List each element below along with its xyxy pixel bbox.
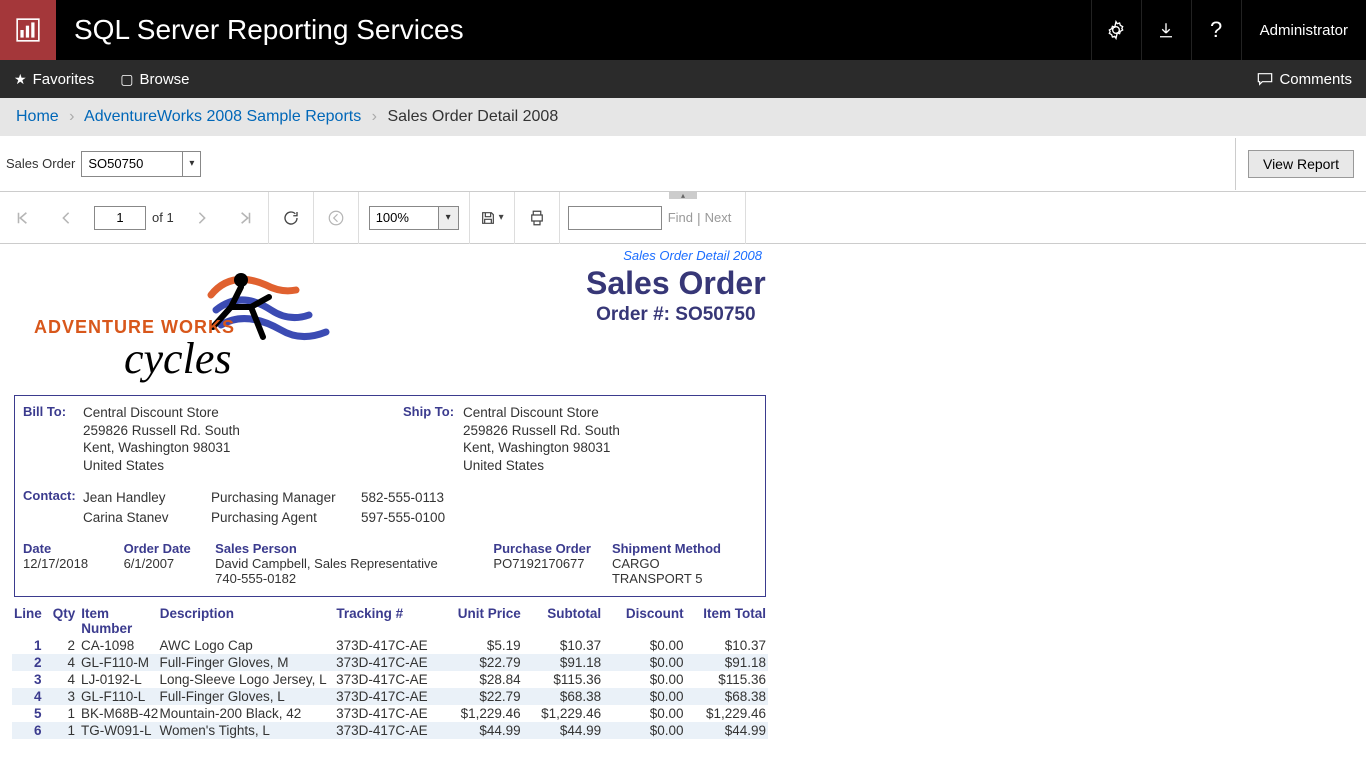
- help-button[interactable]: ?: [1191, 0, 1241, 60]
- breadcrumb-folder[interactable]: AdventureWorks 2008 Sample Reports: [84, 108, 361, 125]
- chevron-down-icon[interactable]: ▾: [438, 207, 458, 229]
- table-row: 43GL-F110-LFull-Finger Gloves, L373D-417…: [12, 688, 768, 705]
- app-logo[interactable]: [0, 0, 56, 60]
- company-logo: ADVENTURE WORKS cycles: [16, 265, 366, 385]
- sales-order-input[interactable]: [82, 154, 182, 173]
- browse-tab[interactable]: ▢ Browse: [120, 71, 189, 88]
- browse-label: Browse: [139, 71, 189, 88]
- contacts-table: Jean Handley Purchasing Manager 582-555-…: [83, 488, 481, 527]
- line-items-table: Line Qty Item Number Description Trackin…: [12, 605, 768, 739]
- last-page-button[interactable]: [224, 192, 268, 244]
- print-icon: [528, 209, 546, 227]
- order-meta: Date 12/17/2018 Order Date 6/1/2007 Sale…: [23, 541, 757, 586]
- order-number: Order #: SO50750: [586, 304, 766, 326]
- star-icon: ★: [14, 71, 27, 88]
- download-button[interactable]: [1141, 0, 1191, 60]
- favorites-tab[interactable]: ★ Favorites: [14, 71, 94, 88]
- first-page-button[interactable]: [0, 192, 44, 244]
- zoom-input[interactable]: [370, 208, 438, 227]
- contact-label: Contact:: [23, 488, 83, 527]
- report-viewer[interactable]: Sales Order Detail 2008 ADVENTURE WORKS …: [0, 244, 1366, 764]
- subheader: ★ Favorites ▢ Browse Comments: [0, 60, 1366, 98]
- find-button[interactable]: Find: [668, 210, 693, 225]
- chevron-right-icon: [196, 211, 208, 225]
- svg-text:cycles: cycles: [124, 334, 231, 383]
- report-title: Sales Order: [586, 265, 766, 302]
- app-header: SQL Server Reporting Services ? Administ…: [0, 0, 1366, 60]
- save-icon: [480, 210, 496, 226]
- parameter-bar: Sales Order ▾ View Report: [0, 136, 1366, 192]
- table-row: 24GL-F110-MFull-Finger Gloves, M373D-417…: [12, 654, 768, 671]
- table-row: 34LJ-0192-LLong-Sleeve Logo Jersey, L373…: [12, 671, 768, 688]
- table-header: Line Qty Item Number Description Trackin…: [12, 605, 768, 637]
- ship-to-address: Central Discount Store 259826 Russell Rd…: [463, 404, 620, 474]
- user-menu[interactable]: Administrator: [1241, 0, 1366, 60]
- prev-page-button[interactable]: [44, 192, 88, 244]
- contact-row: Carina Stanev Purchasing Agent 597-555-0…: [83, 508, 481, 528]
- last-page-icon: [239, 211, 253, 225]
- refresh-button[interactable]: [269, 192, 313, 244]
- next-page-button[interactable]: [180, 192, 224, 244]
- question-icon: ?: [1210, 17, 1222, 43]
- find-next-button[interactable]: Next: [705, 210, 732, 225]
- page-of-label: of 1: [152, 210, 174, 225]
- breadcrumb: Home › AdventureWorks 2008 Sample Report…: [0, 98, 1366, 136]
- comments-button[interactable]: Comments: [1257, 71, 1352, 88]
- first-page-icon: [15, 211, 29, 225]
- chevron-down-icon: ▾: [499, 212, 504, 223]
- sales-order-select[interactable]: ▾: [81, 151, 201, 177]
- view-report-button[interactable]: View Report: [1248, 150, 1354, 178]
- settings-button[interactable]: [1091, 0, 1141, 60]
- order-info-box: Bill To: Central Discount Store 259826 R…: [14, 395, 766, 597]
- breadcrumb-home[interactable]: Home: [16, 108, 59, 125]
- bill-to-address: Central Discount Store 259826 Russell Rd…: [83, 404, 240, 474]
- table-row: 12CA-1098AWC Logo Cap373D-417C-AE$5.19$1…: [12, 637, 768, 654]
- table-row: 61TG-W091-LWomen's Tights, L373D-417C-AE…: [12, 722, 768, 739]
- browse-icon: ▢: [120, 71, 133, 88]
- download-icon: [1157, 21, 1175, 39]
- refresh-icon: [282, 209, 300, 227]
- back-button[interactable]: [314, 192, 358, 244]
- chevron-right-icon: ›: [372, 108, 377, 125]
- page-input[interactable]: [94, 206, 146, 230]
- chart-icon: [15, 17, 41, 43]
- export-button[interactable]: ▾: [470, 192, 514, 244]
- breadcrumb-current: Sales Order Detail 2008: [387, 108, 558, 125]
- chevron-left-icon: [60, 211, 72, 225]
- favorites-label: Favorites: [33, 71, 95, 88]
- chevron-down-icon[interactable]: ▾: [182, 152, 200, 176]
- print-button[interactable]: [515, 192, 559, 244]
- contact-row: Jean Handley Purchasing Manager 582-555-…: [83, 488, 481, 508]
- comments-label: Comments: [1279, 71, 1352, 88]
- param-label: Sales Order: [6, 156, 75, 171]
- collapse-handle[interactable]: ▴: [669, 191, 697, 199]
- zoom-select[interactable]: ▾: [369, 206, 459, 230]
- ship-to-label: Ship To:: [403, 404, 463, 474]
- bill-to-label: Bill To:: [23, 404, 83, 474]
- chevron-right-icon: ›: [69, 108, 74, 125]
- report-toolbar: ▴ of 1 ▾ ▾ Find | Next: [0, 192, 1366, 244]
- report-link[interactable]: Sales Order Detail 2008: [10, 248, 770, 263]
- table-row: 51BK-M68B-42Mountain-200 Black, 42373D-4…: [12, 705, 768, 722]
- gear-icon: [1106, 20, 1126, 40]
- back-icon: [327, 209, 345, 227]
- find-input[interactable]: [568, 206, 662, 230]
- app-title: SQL Server Reporting Services: [56, 0, 1091, 60]
- comment-icon: [1257, 72, 1273, 86]
